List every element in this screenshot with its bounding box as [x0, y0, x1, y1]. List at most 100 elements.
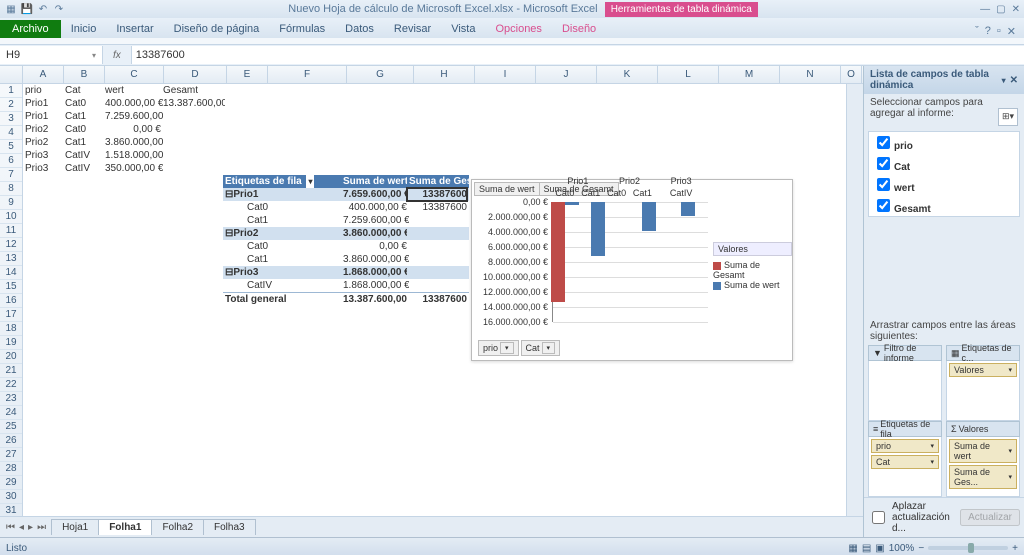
cell-C5[interactable]: 3.860.000,00 €: [103, 136, 163, 149]
row-header-25[interactable]: 25: [0, 420, 22, 434]
col-header-M[interactable]: M: [719, 66, 780, 83]
bar-Prio2-Cat1-Suma de wert[interactable]: [642, 202, 656, 231]
pivot-grand-total-label[interactable]: Total general: [223, 292, 343, 306]
cell-H17[interactable]: 13387600: [407, 292, 469, 306]
row-header-28[interactable]: 28: [0, 462, 22, 476]
update-button[interactable]: Actualizar: [960, 509, 1020, 526]
row-header-20[interactable]: 20: [0, 350, 22, 364]
sheet-tab-Folha3[interactable]: Folha3: [203, 519, 256, 535]
tab-Opciones[interactable]: Opciones: [485, 20, 551, 38]
col-header-O[interactable]: O: [841, 66, 862, 83]
row-header-2[interactable]: 2: [0, 98, 22, 112]
name-box[interactable]: H9 ▾: [0, 46, 103, 64]
close-workbook-icon[interactable]: ✕: [1007, 25, 1016, 38]
cell-C7[interactable]: 350.000,00 €: [103, 162, 163, 175]
chart-filter-Cat[interactable]: Cat ▾: [521, 340, 561, 356]
redo-icon[interactable]: ↷: [52, 2, 66, 16]
zoom-in-icon[interactable]: +: [1012, 543, 1018, 554]
row-header-7[interactable]: 7: [0, 168, 22, 182]
cell-H11[interactable]: [407, 214, 469, 227]
tab-Datos[interactable]: Datos: [335, 20, 384, 38]
cell-C1[interactable]: wert: [103, 84, 163, 97]
row-header-6[interactable]: 6: [0, 154, 22, 168]
cell-H15[interactable]: [407, 266, 469, 279]
col-header-A[interactable]: A: [23, 66, 64, 83]
tab-Revisar[interactable]: Revisar: [384, 20, 441, 38]
row-header-1[interactable]: 1: [0, 84, 22, 98]
cell-G10[interactable]: 400.000,00 €: [341, 201, 409, 214]
col-header-B[interactable]: B: [64, 66, 105, 83]
cell-H10[interactable]: 13387600: [407, 201, 469, 214]
row-header-22[interactable]: 22: [0, 378, 22, 392]
vertical-scrollbar[interactable]: [846, 84, 863, 516]
cell-G16[interactable]: 1.868.000,00 €: [341, 279, 409, 292]
cell-A1[interactable]: prio: [23, 84, 65, 97]
field-wert[interactable]: wert: [869, 174, 1019, 195]
close-icon[interactable]: ✕: [1012, 4, 1020, 15]
field-pane-dropdown-icon[interactable]: ▾: [1002, 76, 1006, 85]
cell-G8[interactable]: Suma de wert: [341, 175, 409, 188]
area-item-Suma de wert[interactable]: Suma de wert▾: [949, 439, 1017, 463]
help-icon[interactable]: ?: [985, 25, 991, 38]
sheet-tab-Folha1[interactable]: Folha1: [98, 519, 152, 535]
area-rows[interactable]: prio▾ Cat▾: [868, 437, 942, 497]
field-pane-close-icon[interactable]: ✕: [1010, 75, 1018, 86]
cell-A6[interactable]: Prio3: [23, 149, 65, 162]
row-header-29[interactable]: 29: [0, 476, 22, 490]
field-checkbox-wert[interactable]: [877, 178, 890, 191]
area-item-Suma de Ges...[interactable]: Suma de Ges...▾: [949, 465, 1017, 489]
tab-Fórmulas[interactable]: Fórmulas: [269, 20, 335, 38]
row-header-13[interactable]: 13: [0, 252, 22, 266]
tab-Vista[interactable]: Vista: [441, 20, 485, 38]
cell-B1[interactable]: Cat: [63, 84, 105, 97]
zoom-slider[interactable]: [928, 546, 1008, 550]
cell-B5[interactable]: Cat1: [63, 136, 105, 149]
defer-update-checkbox[interactable]: [872, 511, 885, 524]
view-page-icon[interactable]: ▤: [862, 543, 871, 554]
maximize-icon[interactable]: ▢: [996, 4, 1005, 15]
area-values[interactable]: Suma de wert▾Suma de Ges...▾: [946, 437, 1020, 497]
row-header-21[interactable]: 21: [0, 364, 22, 378]
row-header-5[interactable]: 5: [0, 140, 22, 154]
row-header-23[interactable]: 23: [0, 392, 22, 406]
prev-sheet-icon[interactable]: ◂: [17, 522, 26, 533]
slicer-Suma de wert[interactable]: Suma de wert: [474, 182, 540, 196]
cell-G13[interactable]: 0,00 €: [341, 240, 409, 253]
row-header-16[interactable]: 16: [0, 294, 22, 308]
bar-Prio1-Cat0-Suma de Gesamt[interactable]: [551, 202, 565, 302]
tab-Insertar[interactable]: Insertar: [106, 20, 163, 38]
col-header-C[interactable]: C: [105, 66, 164, 83]
formula-bar[interactable]: 13387600: [131, 46, 1024, 64]
cell-C6[interactable]: 1.518.000,00 €: [103, 149, 163, 162]
cell-H8[interactable]: Suma de Gesamt: [407, 175, 469, 188]
col-header-K[interactable]: K: [597, 66, 658, 83]
last-sheet-icon[interactable]: ⏭: [35, 522, 48, 533]
field-prio[interactable]: prio: [869, 132, 1019, 153]
bar-Prio1-Cat0-Suma de wert[interactable]: [565, 202, 579, 205]
row-header-24[interactable]: 24: [0, 406, 22, 420]
col-header-F[interactable]: F: [268, 66, 347, 83]
legend-item-Suma de Gesamt[interactable]: Suma de Gesamt: [713, 260, 792, 280]
row-header-11[interactable]: 11: [0, 224, 22, 238]
col-header-H[interactable]: H: [414, 66, 475, 83]
row-header-3[interactable]: 3: [0, 112, 22, 126]
cell-H16[interactable]: [407, 279, 469, 292]
area-item-Cat[interactable]: Cat▾: [871, 455, 939, 469]
row-header-27[interactable]: 27: [0, 448, 22, 462]
field-checkbox-Cat[interactable]: [877, 157, 890, 170]
minimize-icon[interactable]: —: [980, 4, 990, 15]
undo-icon[interactable]: ↶: [36, 2, 50, 16]
tab-file[interactable]: Archivo: [0, 20, 61, 38]
sheet-tab-Hoja1[interactable]: Hoja1: [51, 519, 99, 535]
row-header-14[interactable]: 14: [0, 266, 22, 280]
tab-Diseño de página[interactable]: Diseño de página: [164, 20, 270, 38]
cell-G17[interactable]: 13.387.600,00 €: [341, 292, 409, 306]
pivot-rowlabel-dropdown-icon[interactable]: ▾: [306, 175, 314, 188]
field-Cat[interactable]: Cat: [869, 153, 1019, 174]
row-header-12[interactable]: 12: [0, 238, 22, 252]
cell-A3[interactable]: Prio1: [23, 110, 65, 123]
cell-B3[interactable]: Cat1: [63, 110, 105, 123]
area-item-Valores[interactable]: Valores▾: [949, 363, 1017, 377]
area-item-prio[interactable]: prio▾: [871, 439, 939, 453]
cell-G15[interactable]: 1.868.000,00 €: [341, 266, 409, 279]
